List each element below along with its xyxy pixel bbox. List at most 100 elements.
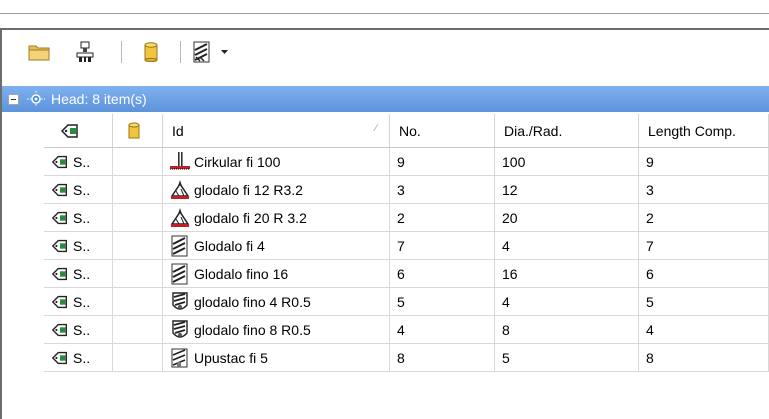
end-mill-icon bbox=[169, 235, 191, 257]
row-type-label: S.. bbox=[73, 209, 91, 226]
table-row[interactable]: S.. glodalo fi 12 R3.2 3 12 3 bbox=[2, 176, 769, 204]
table-row[interactable]: S.. Upustac fi 5 8 5 8 bbox=[2, 344, 769, 372]
tool-diameter: 100 bbox=[502, 153, 526, 170]
column-header-no-label: No. bbox=[399, 122, 421, 139]
column-header-dia[interactable]: Dia./Rad. bbox=[495, 114, 639, 148]
row-type-label: S.. bbox=[73, 181, 91, 198]
row-db-cell[interactable] bbox=[113, 260, 163, 288]
column-header-icon[interactable] bbox=[44, 114, 113, 148]
row-type-label: S.. bbox=[73, 265, 91, 282]
tool-row-icon bbox=[51, 349, 69, 367]
collapse-toggle[interactable] bbox=[8, 93, 19, 105]
tool-number-cell[interactable]: 4 bbox=[390, 316, 495, 344]
row-type-cell[interactable]: S.. bbox=[44, 316, 113, 344]
row-id-cell[interactable]: Cirkular fi 100 bbox=[163, 148, 390, 176]
column-header-id-label: Id bbox=[172, 122, 184, 139]
length-comp-cell[interactable]: 9 bbox=[639, 148, 769, 176]
tool-number-cell[interactable]: 3 bbox=[390, 176, 495, 204]
tool-diameter-cell[interactable]: 100 bbox=[495, 148, 639, 176]
column-header-id[interactable]: Id ⁄ bbox=[163, 114, 390, 148]
row-id-cell[interactable]: Glodalo fi 4 bbox=[163, 232, 390, 260]
tool-number: 8 bbox=[397, 349, 405, 366]
row-db-cell[interactable] bbox=[113, 344, 163, 372]
length-comp-cell[interactable]: 8 bbox=[639, 344, 769, 372]
length-comp: 6 bbox=[646, 265, 654, 282]
row-id-cell[interactable]: glodalo fi 20 R 3.2 bbox=[163, 204, 390, 232]
top-band bbox=[0, 0, 769, 13]
tool-row-icon bbox=[51, 237, 69, 255]
row-id-cell[interactable]: Glodalo fino 16 bbox=[163, 260, 390, 288]
dropdown-arrow-icon bbox=[221, 50, 228, 54]
length-comp: 9 bbox=[646, 153, 654, 170]
tool-diameter-cell[interactable]: 5 bbox=[495, 344, 639, 372]
row-db-cell[interactable] bbox=[113, 288, 163, 316]
tool-diameter-cell[interactable]: 4 bbox=[495, 288, 639, 316]
row-type-cell[interactable]: S.. bbox=[44, 204, 113, 232]
group-label: Head: 8 item(s) bbox=[51, 91, 147, 107]
database-button[interactable] bbox=[140, 39, 162, 65]
row-type-label: S.. bbox=[73, 321, 91, 338]
row-id-cell[interactable]: glodalo fino 4 R0.5 bbox=[163, 288, 390, 316]
tool-machine-icon bbox=[76, 41, 94, 62]
length-comp-cell[interactable]: 2 bbox=[639, 204, 769, 232]
length-comp-cell[interactable]: 6 bbox=[639, 260, 769, 288]
tool-number: 4 bbox=[397, 321, 405, 338]
end-mill-icon bbox=[169, 263, 191, 285]
row-db-cell[interactable] bbox=[113, 204, 163, 232]
row-type-cell[interactable]: S.. bbox=[44, 232, 113, 260]
open-folder-button[interactable] bbox=[26, 39, 52, 65]
table-row[interactable]: S.. glodalo fino 4 R0.5 5 4 5 bbox=[2, 288, 769, 316]
tool-diameter-cell[interactable]: 4 bbox=[495, 232, 639, 260]
tool-diameter-cell[interactable]: 20 bbox=[495, 204, 639, 232]
length-comp: 4 bbox=[646, 321, 654, 338]
top-separator bbox=[0, 13, 769, 14]
row-db-cell[interactable] bbox=[113, 176, 163, 204]
row-id-cell[interactable]: glodalo fi 12 R3.2 bbox=[163, 176, 390, 204]
length-comp: 7 bbox=[646, 237, 654, 254]
length-comp-cell[interactable]: 3 bbox=[639, 176, 769, 204]
cone-mill-icon bbox=[169, 207, 191, 229]
tool-diameter-cell[interactable]: 16 bbox=[495, 260, 639, 288]
row-db-cell[interactable] bbox=[113, 148, 163, 176]
tool-id: Cirkular fi 100 bbox=[194, 153, 281, 170]
length-comp-cell[interactable]: 4 bbox=[639, 316, 769, 344]
length-comp-cell[interactable]: 7 bbox=[639, 232, 769, 260]
toolbar bbox=[2, 30, 769, 84]
groove-mill-icon bbox=[169, 347, 191, 369]
tool-type-icon bbox=[193, 41, 210, 63]
row-db-cell[interactable] bbox=[113, 232, 163, 260]
row-db-cell[interactable] bbox=[113, 316, 163, 344]
column-header-db[interactable] bbox=[113, 114, 163, 148]
tool-number-cell[interactable]: 7 bbox=[390, 232, 495, 260]
row-type-cell[interactable]: S.. bbox=[44, 176, 113, 204]
tool-number-cell[interactable]: 8 bbox=[390, 344, 495, 372]
tool-type-dropdown[interactable] bbox=[192, 39, 242, 65]
table-row[interactable]: S.. Cirkular fi 100 9 100 9 bbox=[2, 148, 769, 176]
row-type-cell[interactable]: S.. bbox=[44, 344, 113, 372]
row-type-cell[interactable]: S.. bbox=[44, 148, 113, 176]
tool-number-cell[interactable]: 9 bbox=[390, 148, 495, 176]
row-id-cell[interactable]: Upustac fi 5 bbox=[163, 344, 390, 372]
row-type-cell[interactable]: S.. bbox=[44, 260, 113, 288]
tool-number-cell[interactable]: 6 bbox=[390, 260, 495, 288]
table-row[interactable]: S.. glodalo fi 20 R 3.2 2 20 2 bbox=[2, 204, 769, 232]
table-row[interactable]: S.. Glodalo fino 16 6 16 6 bbox=[2, 260, 769, 288]
row-type-cell[interactable]: S.. bbox=[44, 288, 113, 316]
row-id-cell[interactable]: glodalo fino 8 R0.5 bbox=[163, 316, 390, 344]
group-header-row[interactable]: Head: 8 item(s) bbox=[2, 86, 769, 112]
length-comp-cell[interactable]: 5 bbox=[639, 288, 769, 316]
tool-number: 3 bbox=[397, 181, 405, 198]
tool-machine-button[interactable] bbox=[72, 39, 98, 65]
tool-diameter-cell[interactable]: 8 bbox=[495, 316, 639, 344]
length-comp: 2 bbox=[646, 209, 654, 226]
tool-diameter-cell[interactable]: 12 bbox=[495, 176, 639, 204]
column-header-no[interactable]: No. bbox=[390, 114, 495, 148]
table-row[interactable]: S.. glodalo fino 8 R0.5 4 8 4 bbox=[2, 316, 769, 344]
row-type-label: S.. bbox=[73, 237, 91, 254]
tool-number: 9 bbox=[397, 153, 405, 170]
tool-number-cell[interactable]: 2 bbox=[390, 204, 495, 232]
table-row[interactable]: S.. Glodalo fi 4 7 4 7 bbox=[2, 232, 769, 260]
column-header-length[interactable]: Length Comp. bbox=[639, 114, 769, 148]
tool-number-cell[interactable]: 5 bbox=[390, 288, 495, 316]
finishing-mill-icon bbox=[169, 291, 191, 313]
